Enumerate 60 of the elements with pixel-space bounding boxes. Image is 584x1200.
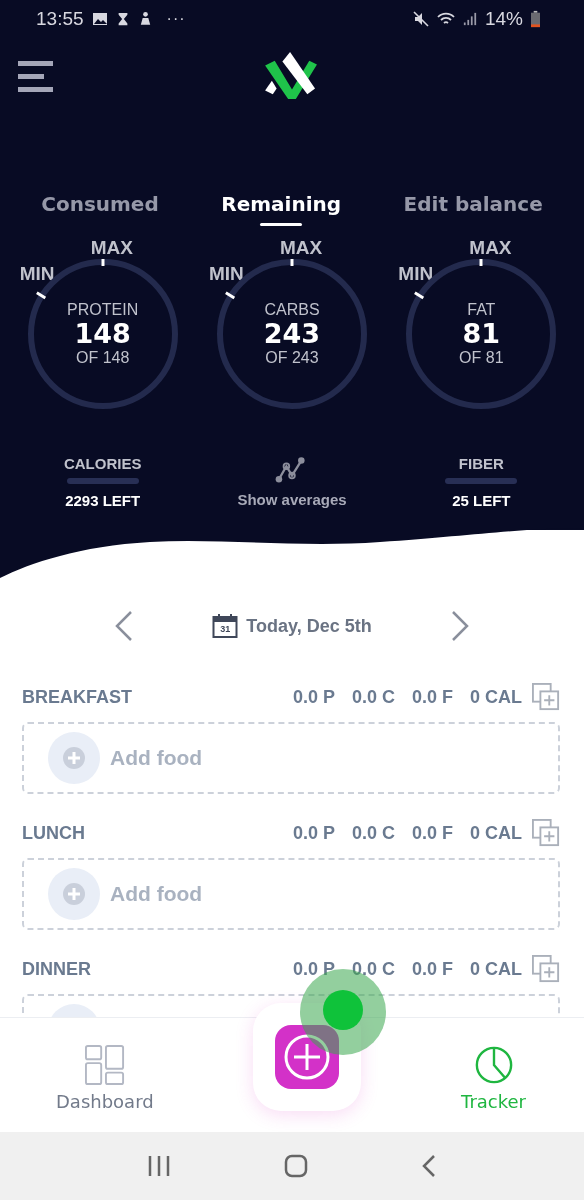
- meal-carbs: 0.0 C: [351, 958, 395, 980]
- more-notifications: ···: [166, 10, 186, 28]
- mute-icon: [412, 11, 429, 27]
- tab[interactable]: Edit balance: [397, 188, 549, 231]
- chevron-right-icon[interactable]: [450, 610, 470, 642]
- calendar-icon: [212, 613, 239, 639]
- meal-name: DINNER: [22, 958, 91, 980]
- recents-icon[interactable]: [146, 1155, 171, 1177]
- meal-carbs: 0.0 C: [351, 686, 395, 708]
- macro-name: FAT: [467, 301, 496, 320]
- nav-tab[interactable]: Tracker: [461, 1038, 526, 1112]
- meal-calories: 0 CAL: [470, 958, 522, 980]
- tab[interactable]: Consumed: [35, 188, 165, 231]
- macro-name: PROTEIN: [67, 301, 139, 320]
- meal-carbs: 0.0 C: [351, 822, 395, 844]
- macro-value: 81: [462, 319, 501, 349]
- add-icon: [48, 868, 100, 920]
- wifi-icon: [436, 11, 455, 27]
- nav-tab[interactable]: Dashboard: [56, 1038, 154, 1112]
- meal-fat: 0.0 F: [411, 958, 453, 980]
- min-label: MIN: [398, 263, 434, 285]
- signal-icon: [462, 11, 477, 27]
- meal-name: BREAKFAST: [22, 686, 132, 708]
- image-icon: [91, 11, 108, 27]
- calendar-day: 31: [220, 624, 231, 634]
- min-label: MIN: [209, 263, 244, 285]
- macro-name: CARBS: [264, 301, 320, 320]
- stat-label: CALORIES: [63, 455, 142, 472]
- meal-fat: 0.0 F: [411, 822, 453, 844]
- meal-fat: 0.0 F: [411, 686, 453, 708]
- meal-calories: 0 CAL: [470, 822, 522, 844]
- dashboard-icon: [84, 1044, 125, 1085]
- meal-calories: 0 CAL: [470, 686, 522, 708]
- max-label: MAX: [90, 237, 133, 259]
- max-label: MAX: [469, 237, 512, 259]
- back-icon[interactable]: [421, 1154, 438, 1178]
- meal-protein: 0.0 P: [292, 822, 335, 844]
- macro-target: OF 148: [75, 348, 130, 367]
- tab[interactable]: Remaining: [215, 188, 348, 231]
- stat-label: FIBER: [458, 455, 504, 472]
- meal-protein: 0.0 P: [292, 686, 335, 708]
- menu-icon[interactable]: [18, 58, 54, 94]
- status-time: 13:55: [36, 8, 84, 30]
- battery-icon: [531, 10, 540, 28]
- show-averages-link[interactable]: Show averages: [235, 489, 349, 510]
- pie-chart-icon: [473, 1044, 514, 1085]
- max-label: MAX: [280, 237, 323, 259]
- macro-target: OF 81: [459, 348, 504, 367]
- add-icon: [48, 732, 100, 784]
- home-icon[interactable]: [284, 1154, 308, 1178]
- battery-percent: 14%: [484, 8, 523, 30]
- stat-reading: 25 LEFT: [452, 492, 511, 509]
- meal-name: LUNCH: [22, 822, 85, 844]
- chevron-left-icon[interactable]: [114, 610, 134, 642]
- macro-target: OF 243: [265, 348, 319, 367]
- macro-value: 243: [263, 319, 321, 349]
- min-label: MIN: [19, 263, 55, 285]
- macro-value: 148: [74, 319, 131, 349]
- stat-reading: 2293 LEFT: [65, 492, 141, 509]
- date-label[interactable]: Today, Dec 5th: [246, 615, 372, 637]
